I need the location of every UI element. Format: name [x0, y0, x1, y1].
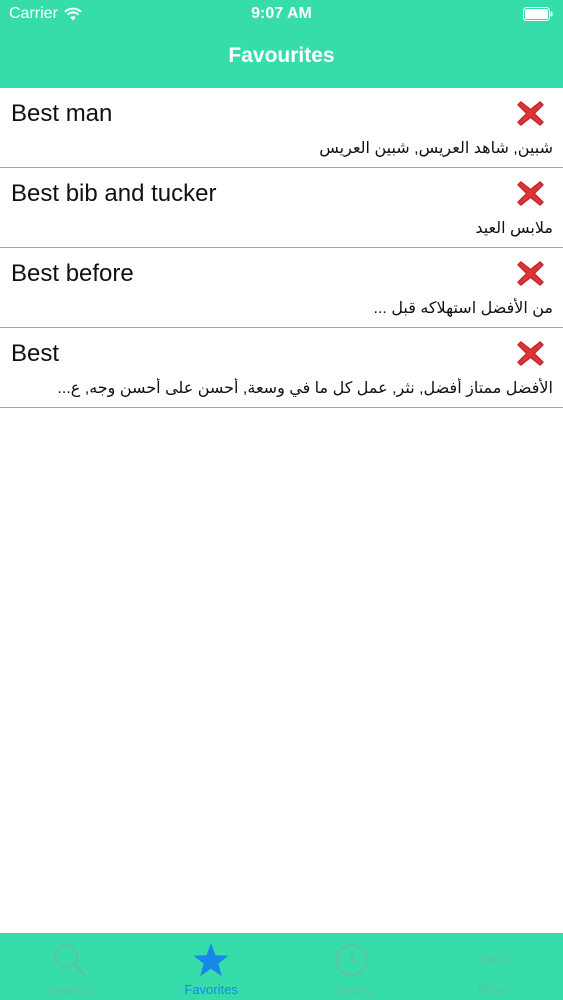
delete-icon[interactable] [515, 98, 546, 129]
favourite-translation: شبين, شاهد العريس, شبين العريس [319, 140, 553, 157]
favourite-row[interactable]: Best الأفضل ممتاز أفضل, نثر, عمل كل ما ف… [0, 328, 563, 408]
more-icon [477, 956, 508, 964]
favourite-term: Best [11, 340, 60, 367]
tab-history[interactable]: History [282, 933, 423, 1000]
favourite-term: Best man [11, 100, 113, 127]
favourite-translation: من الأفضل استهلاكه قبل ... [373, 300, 553, 317]
delete-icon[interactable] [515, 178, 546, 209]
clock-icon [335, 944, 368, 976]
tab-favorites[interactable]: Favorites [141, 933, 282, 1000]
tab-bar: Search Favorites History More [0, 933, 563, 1000]
tab-label: History [331, 982, 373, 997]
favourite-translation: ملابس العيد [475, 220, 553, 237]
tab-label: Search [49, 982, 91, 997]
header: Carrier 9:07 AM Favourites [0, 0, 563, 88]
tab-label: More [477, 982, 508, 997]
search-icon [54, 944, 87, 977]
tab-search[interactable]: Search [0, 933, 141, 1000]
star-icon [193, 943, 229, 977]
delete-icon[interactable] [515, 338, 546, 369]
favourite-term: Best before [11, 260, 134, 287]
favourite-row[interactable]: Best man شبين, شاهد العريس, شبين العريس [0, 88, 563, 168]
status-time: 9:07 AM [251, 5, 312, 22]
favourite-row[interactable]: Best bib and tucker ملابس العيد [0, 168, 563, 248]
favourite-row[interactable]: Best before من الأفضل استهلاكه قبل ... [0, 248, 563, 328]
favourites-list: Best man شبين, شاهد العريس, شبين العريس … [0, 88, 563, 408]
tab-more[interactable]: More [422, 933, 563, 1000]
battery-icon [523, 7, 553, 21]
tab-label: Favorites [184, 982, 238, 997]
status-bar: Carrier 9:07 AM [0, 0, 563, 30]
favourite-translation: الأفضل ممتاز أفضل, نثر, عمل كل ما في وسع… [57, 380, 553, 397]
favourite-term: Best bib and tucker [11, 180, 217, 207]
page-title: Favourites [228, 44, 335, 67]
delete-icon[interactable] [515, 258, 546, 289]
